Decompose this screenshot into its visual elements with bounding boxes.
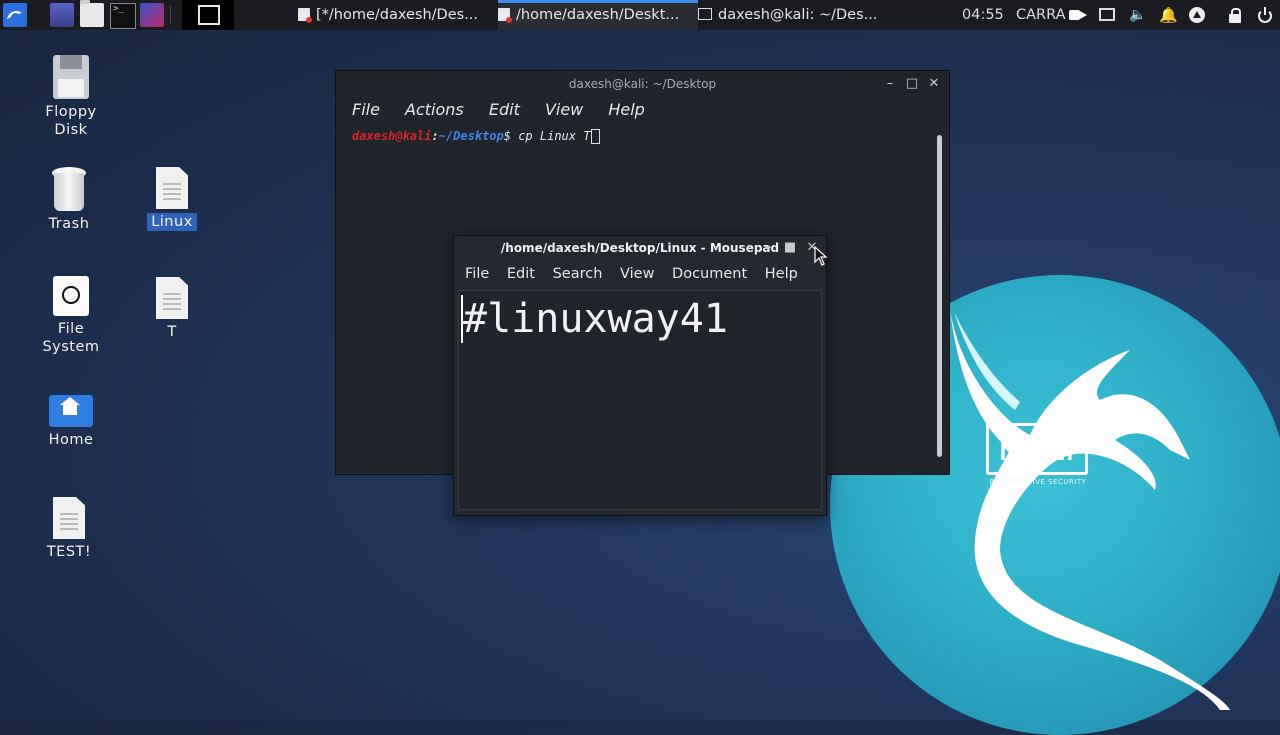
keyboard-layout-label[interactable]: CARRA — [1016, 0, 1066, 30]
menu-view[interactable]: View — [620, 266, 654, 282]
update-icon[interactable] — [1189, 7, 1205, 23]
show-desktop-icon — [198, 5, 220, 25]
kali-logo-subtitle: BY OFFENSIVE SECURITY — [989, 478, 1087, 486]
menu-edit[interactable]: Edit — [507, 266, 535, 282]
editor-content: #linuxway41 — [461, 295, 728, 343]
mousepad-icon — [498, 7, 512, 23]
desktop-icon-label: TEST! — [46, 544, 92, 560]
clock[interactable]: 04:55 — [962, 0, 1004, 30]
close-icon[interactable]: ✕ — [926, 71, 942, 97]
power-icon[interactable] — [1257, 7, 1273, 23]
top-panel: [*/home/daxesh/Des... /home/daxesh/Deskt… — [0, 0, 1280, 30]
text-file-icon — [156, 277, 188, 319]
desktop-icon-t[interactable]: T — [127, 277, 217, 341]
taskbar-item-mousepad-active[interactable]: /home/daxesh/Deskt... — [498, 0, 698, 30]
kali-menu-icon[interactable] — [3, 3, 27, 27]
maximize-icon[interactable]: ■ — [782, 236, 798, 260]
taskbar-item-mousepad-unsaved[interactable]: [*/home/daxesh/Des... — [298, 0, 498, 30]
minimize-icon[interactable]: – — [882, 71, 898, 97]
mousepad-window[interactable]: /home/daxesh/Desktop/Linux - Mousepad – … — [453, 235, 827, 516]
terminal-output[interactable]: daxesh@kali:~/Desktop$ cp Linux T — [352, 129, 601, 144]
file-system-icon — [53, 276, 89, 316]
desktop-icon-trash[interactable]: Trash — [24, 167, 114, 233]
desktop-icon-label: T — [167, 324, 177, 340]
desktop-icon-label: Floppy Disk — [45, 104, 97, 138]
task-label: [*/home/daxesh/Des... — [316, 7, 479, 23]
app-icon[interactable] — [50, 3, 74, 27]
prompt-user: daxesh@kali — [352, 129, 432, 143]
mousepad-icon — [298, 7, 312, 23]
terminal-menubar: File Actions Edit View Help — [336, 97, 949, 123]
text-file-icon — [53, 497, 85, 539]
menu-view[interactable]: View — [545, 100, 583, 119]
file-manager-icon[interactable] — [80, 0, 104, 27]
home-folder-icon — [49, 395, 93, 427]
text-editor-area[interactable]: #linuxway41 — [458, 290, 822, 510]
task-label: daxesh@kali: ~/Des... — [718, 7, 878, 23]
prompt-path: ~/Desktop — [438, 129, 504, 143]
kali-logo-text: KALI — [986, 423, 1088, 475]
menu-actions[interactable]: Actions — [405, 100, 464, 119]
desktop-icon-label: Linux — [147, 213, 197, 231]
terminal-scrollbar[interactable] — [937, 135, 942, 457]
menu-edit[interactable]: Edit — [489, 100, 520, 119]
volume-icon[interactable]: 🔈 — [1129, 7, 1146, 23]
taskbar-item-terminal[interactable]: daxesh@kali: ~/Des... — [698, 0, 908, 30]
terminal-command: $ cp Linux T — [503, 129, 591, 143]
desktop-icon-test[interactable]: TEST! — [24, 497, 114, 561]
bell-icon[interactable]: 🔔 — [1159, 7, 1178, 23]
desktop-icon-linux[interactable]: Linux — [127, 167, 217, 231]
lock-icon[interactable] — [1227, 7, 1243, 23]
menu-search[interactable]: Search — [553, 266, 603, 282]
window-title: /home/daxesh/Desktop/Linux - Mousepad — [500, 241, 780, 255]
terminal-window-icon — [698, 8, 712, 20]
menu-document[interactable]: Document — [672, 266, 747, 282]
terminal-cursor — [591, 129, 601, 144]
window-title: daxesh@kali: ~/Desktop — [568, 77, 717, 91]
trash-icon — [52, 167, 86, 211]
kali-dragon-logo — [950, 310, 1230, 710]
minimize-icon[interactable]: – — [760, 236, 776, 260]
screen-recorder-icon[interactable] — [140, 3, 164, 27]
mousepad-titlebar[interactable]: /home/daxesh/Desktop/Linux - Mousepad – … — [454, 236, 826, 260]
camera-icon[interactable] — [1069, 7, 1087, 23]
desktop-icon-label: Home — [48, 432, 94, 448]
terminal-icon[interactable] — [110, 3, 136, 29]
menu-help[interactable]: Help — [765, 266, 798, 282]
menu-help[interactable]: Help — [608, 100, 644, 119]
show-desktop-button[interactable] — [182, 0, 234, 30]
desktop-icon-label: File System — [42, 321, 100, 355]
mousepad-menubar: File Edit Search View Document Help — [454, 260, 826, 288]
maximize-icon[interactable]: □ — [904, 71, 920, 97]
floppy-disk-icon — [53, 55, 89, 99]
desktop-icon-file-system[interactable]: File System — [26, 276, 116, 356]
menu-file[interactable]: File — [352, 100, 380, 119]
desktop-icon-floppy-disk[interactable]: Floppy Disk — [26, 55, 116, 139]
text-file-icon — [156, 167, 188, 209]
panel-separator — [170, 6, 171, 24]
task-label: /home/daxesh/Deskt... — [516, 7, 680, 23]
desktop-icon-home[interactable]: Home — [26, 387, 116, 449]
menu-file[interactable]: File — [465, 266, 489, 282]
desktop-icon-label: Trash — [48, 216, 90, 232]
terminal-titlebar[interactable]: daxesh@kali: ~/Desktop – □ ✕ — [336, 71, 949, 97]
display-icon[interactable] — [1099, 8, 1115, 21]
